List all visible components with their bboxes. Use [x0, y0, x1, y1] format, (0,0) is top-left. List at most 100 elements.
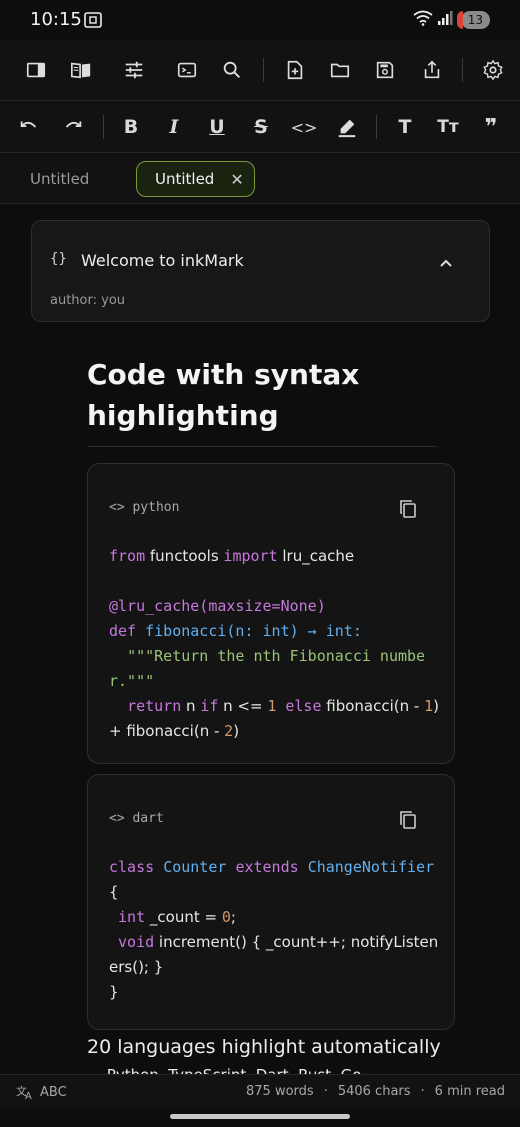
text-style-button[interactable]: T [391, 113, 419, 141]
sliders-icon[interactable] [120, 56, 148, 84]
code-body[interactable]: from functools import lru_cache @lru_cach… [109, 544, 439, 744]
gesture-handle[interactable] [170, 1114, 350, 1119]
code-token: _count = [145, 908, 222, 926]
code-language: dart [132, 811, 164, 826]
share-icon[interactable] [418, 56, 446, 84]
editor-content[interactable]: {} Welcome to inkMark author: you Code w… [0, 204, 520, 1074]
strikethrough-button[interactable]: S [247, 113, 275, 141]
code-token: else [276, 697, 322, 715]
code-token: Counter [163, 858, 236, 876]
code-token: 1 [424, 697, 434, 715]
code-token: 2 [224, 722, 234, 740]
code-token: n [181, 697, 201, 715]
navigation-area [0, 1109, 520, 1127]
code-token: lru_cache [277, 547, 355, 565]
code-line: return n if n <= 1 else fibonacci(n - 1)… [109, 694, 439, 744]
status-footer: 文A ABC 875 words · 5406 chars · 6 min re… [0, 1074, 520, 1109]
settings-gear-icon[interactable] [479, 56, 507, 84]
toolbar-divider [103, 115, 104, 139]
code-line: } [109, 980, 439, 1005]
code-token: ChangeNotifier [307, 858, 435, 876]
quote-button[interactable]: ❞ [477, 113, 505, 141]
document-tabs: Untitled Untitled ✕ [0, 153, 520, 204]
code-block-dart[interactable]: <> dart class Counter extends ChangeNoti… [87, 774, 455, 1030]
status-bar: 10:15 13 [0, 0, 520, 40]
status-time: 10:15 [30, 9, 82, 30]
braces-icon: {} [50, 251, 67, 267]
code-line: from functools import lru_cache [109, 544, 439, 569]
input-language: ABC [40, 1084, 67, 1100]
italic-button[interactable]: I [160, 113, 188, 141]
frontmatter-title: Welcome to inkMark [81, 251, 244, 270]
translate-icon: 文A [16, 1084, 32, 1100]
code-token: import [223, 547, 278, 565]
code-token: increment() { _count++; notifyListeners(… [109, 933, 439, 976]
inline-code-button[interactable]: <> [290, 113, 318, 141]
code-token: } [109, 983, 119, 1001]
signal-icon [437, 10, 453, 30]
tab-untitled-1[interactable]: Untitled [30, 161, 89, 197]
toolbar-divider [462, 58, 463, 82]
code-token: class [109, 858, 164, 876]
code-token: 0 [221, 908, 231, 926]
save-icon[interactable] [371, 56, 399, 84]
undo-icon[interactable] [15, 113, 43, 141]
code-token: """Return the nth Fibonacci number.""" [109, 647, 426, 690]
redo-icon[interactable] [59, 113, 87, 141]
code-token: 1 [267, 697, 277, 715]
tab-label: Untitled [155, 170, 215, 188]
close-icon[interactable]: ✕ [230, 170, 243, 189]
code-language-label: <> dart [109, 811, 164, 826]
battery-level: 13 [460, 11, 490, 29]
svg-text:A: A [25, 1091, 32, 1100]
input-language-indicator[interactable]: 文A ABC [16, 1084, 67, 1100]
paragraph: 20 languages highlight automatically [87, 1036, 441, 1058]
code-line: @lru_cache(maxsize=None) [109, 594, 439, 619]
code-token: void [109, 933, 155, 951]
code-body[interactable]: class Counter extends ChangeNotifier { i… [109, 855, 439, 1005]
copy-icon[interactable] [399, 810, 417, 834]
code-token: (n: int) → int: [226, 622, 362, 640]
paragraph-partial: — Python, TypeScript, Dart, Rust, Go [87, 1066, 361, 1074]
code-token: int [109, 908, 146, 926]
code-token: functools [145, 547, 224, 565]
code-language: python [132, 500, 180, 515]
code-token: return [109, 697, 182, 715]
copy-icon[interactable] [399, 499, 417, 523]
code-line: """Return the nth Fibonacci number.""" [109, 644, 439, 694]
reader-book-icon[interactable] [67, 56, 95, 84]
format-toolbar: B I U S <> T Tт ❞ [0, 101, 520, 153]
terminal-icon[interactable] [173, 56, 201, 84]
char-count: 5406 chars [337, 1084, 411, 1099]
code-token: extends [235, 858, 308, 876]
code-block-python[interactable]: <> python from functools import lru_cach… [87, 463, 455, 764]
read-time: 6 min read [434, 1084, 505, 1099]
tab-untitled-2-active[interactable]: Untitled ✕ [136, 161, 255, 197]
highlight-marker-icon[interactable] [333, 113, 361, 141]
chevron-up-icon[interactable] [439, 253, 453, 272]
toolbar-divider [376, 115, 377, 139]
frontmatter-card[interactable]: {} Welcome to inkMark author: you [31, 220, 490, 322]
code-language-label: <> python [109, 500, 179, 515]
code-brackets-icon: <> [109, 811, 133, 826]
stats-separator: · [420, 1084, 425, 1099]
stats-separator: · [323, 1084, 328, 1099]
bold-button[interactable]: B [117, 113, 145, 141]
code-token: def [109, 622, 146, 640]
code-token: from [109, 547, 146, 565]
text-size-button[interactable]: Tт [434, 113, 462, 141]
screenshot-indicator-icon [83, 11, 103, 33]
code-token: n <= [218, 697, 268, 715]
folder-icon[interactable] [326, 56, 354, 84]
search-icon[interactable] [218, 56, 246, 84]
frontmatter-meta: author: you [50, 293, 126, 308]
document-heading: Code with syntax highlighting [87, 354, 437, 447]
sidebar-icon[interactable] [22, 56, 50, 84]
code-token: fibonacci(n - [321, 697, 425, 715]
underline-button[interactable]: U [203, 113, 231, 141]
new-file-icon[interactable] [281, 56, 309, 84]
code-line: void increment() { _count++; notifyListe… [109, 930, 439, 980]
code-token: ) [233, 722, 240, 740]
code-token: if [200, 697, 219, 715]
